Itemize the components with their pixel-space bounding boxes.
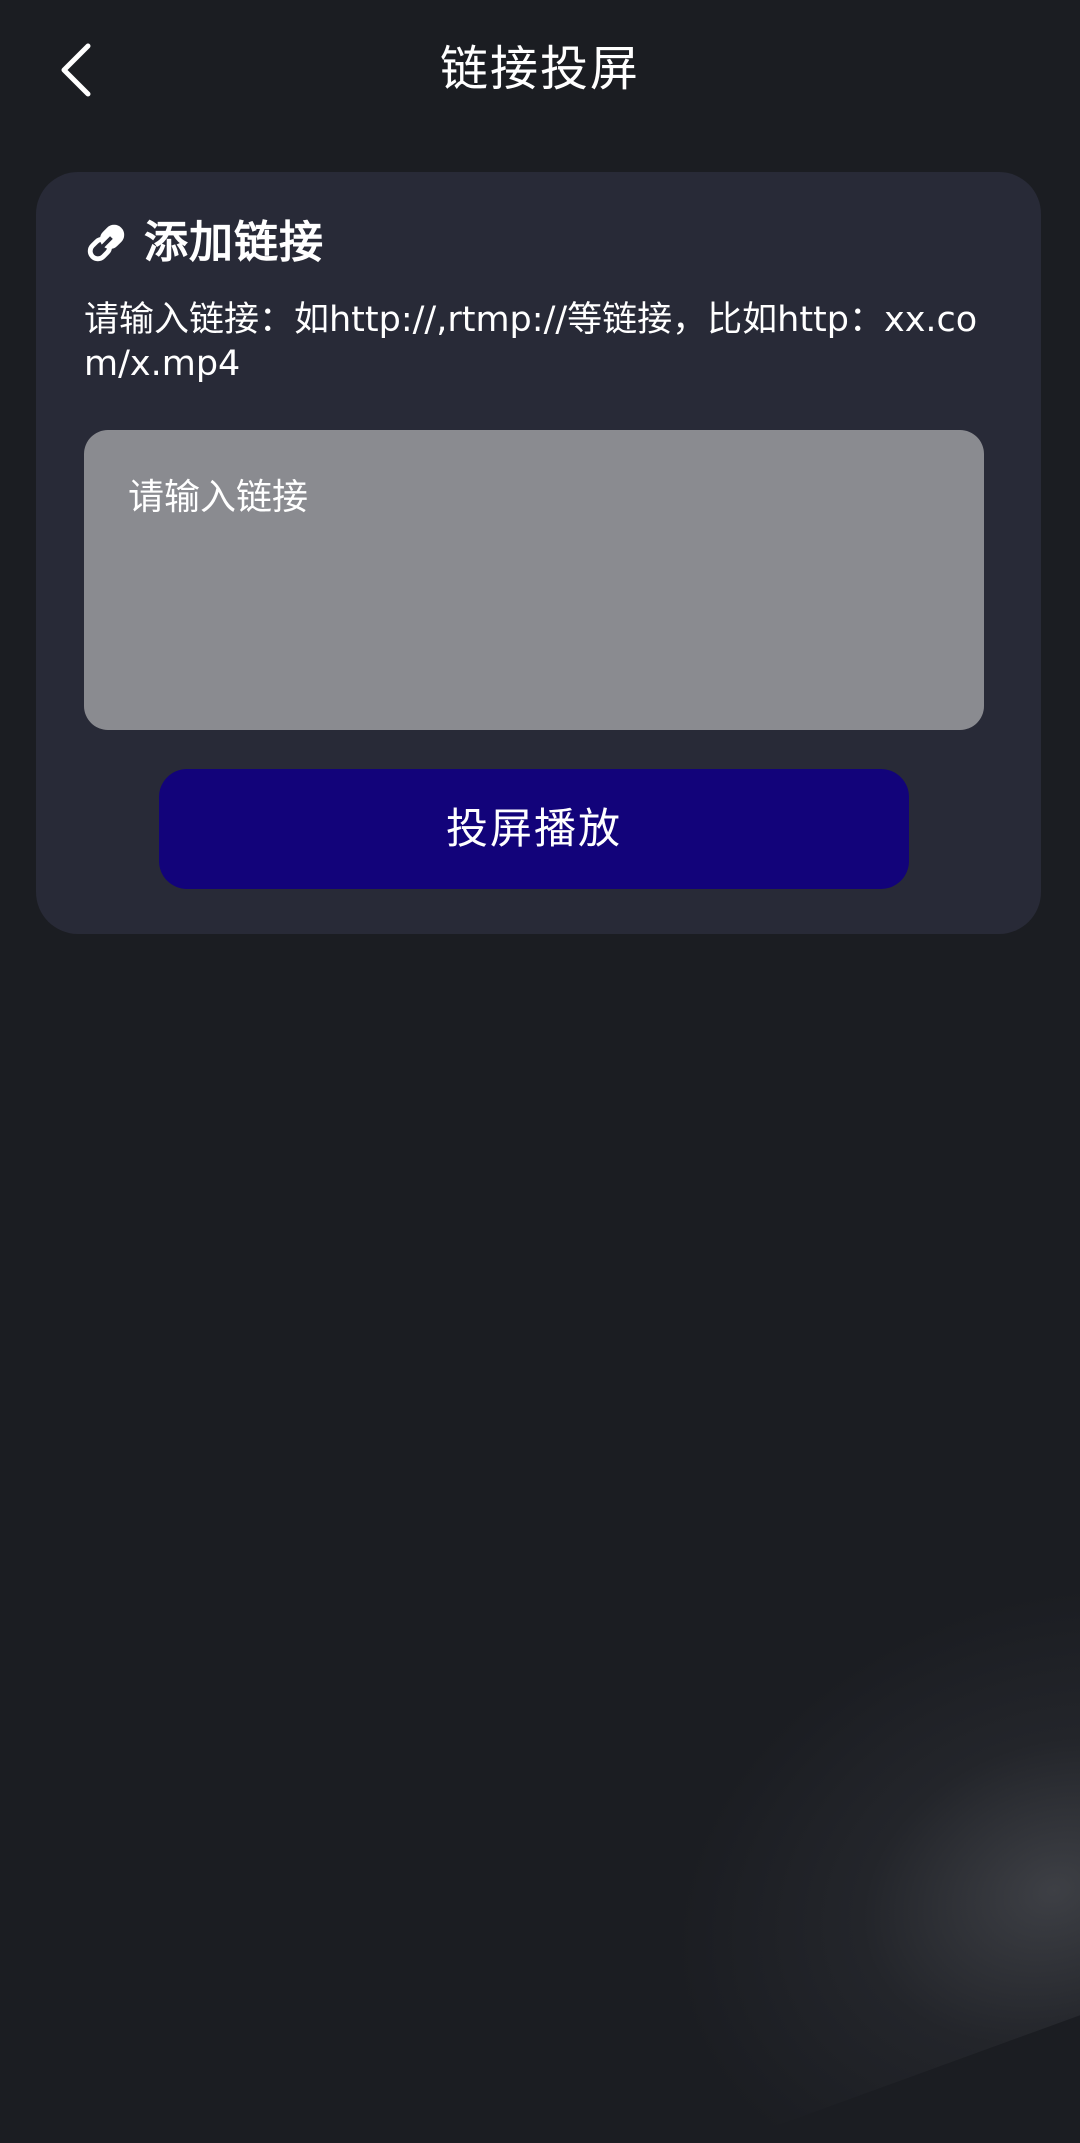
- link-input[interactable]: [84, 430, 984, 730]
- card-title: 添加链接: [144, 217, 324, 268]
- card-header: 添加链接: [82, 208, 324, 278]
- top-bar: 链接投屏: [0, 0, 1080, 140]
- link-hint-text: 请输入链接：如http://,rtmp://等链接，比如http：xx.com/…: [84, 300, 978, 384]
- link-icon: [82, 219, 130, 267]
- add-link-card: 添加链接 请输入链接：如http://,rtmp://等链接，比如http：xx…: [36, 172, 1041, 934]
- cast-play-button[interactable]: 投屏播放: [159, 769, 909, 889]
- page-title: 链接投屏: [439, 41, 640, 97]
- background-glow: [585, 1556, 1080, 2143]
